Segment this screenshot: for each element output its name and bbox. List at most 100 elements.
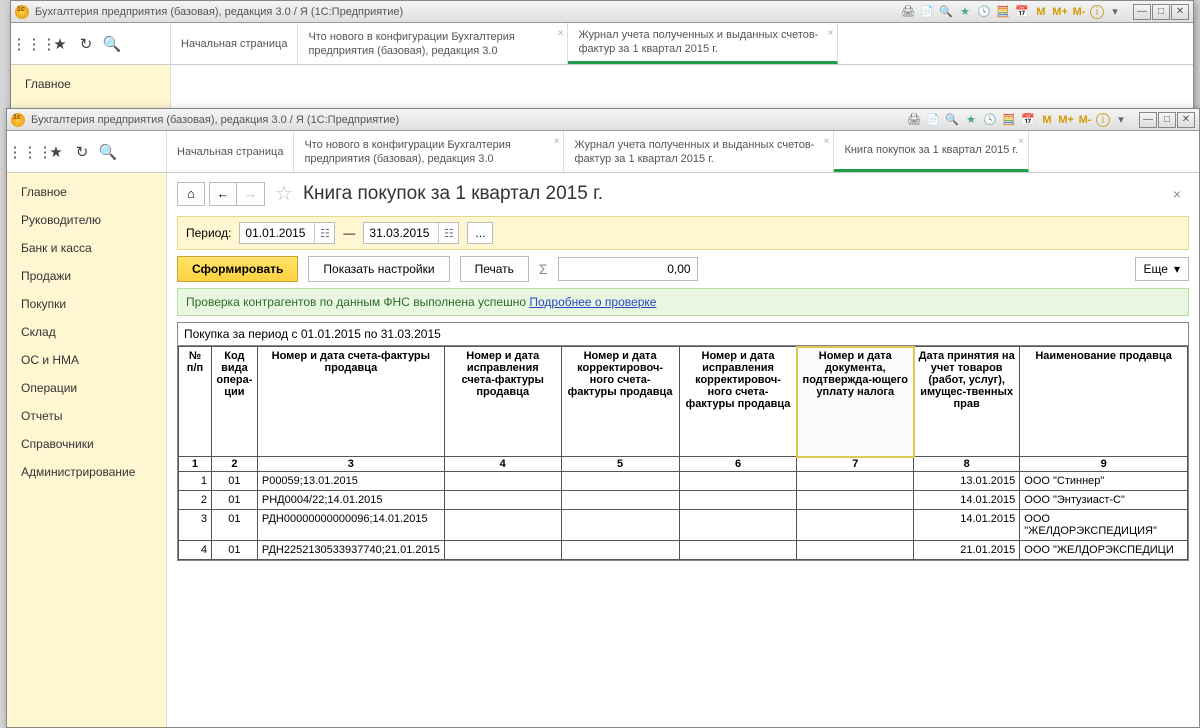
app-logo-icon [11, 113, 25, 127]
maximize-button[interactable]: □ [1152, 4, 1170, 20]
tab-whatsnew[interactable]: Что нового в конфигурации Бухгалтерия пр… [298, 23, 568, 64]
calc-icon[interactable]: 🧮 [1001, 112, 1017, 128]
toolbar-icon[interactable]: 🕓 [976, 4, 992, 20]
minimize-button[interactable]: — [1133, 4, 1151, 20]
column-header: Номер и дата исправления корректировоч-н… [679, 347, 797, 457]
sidebar-item[interactable]: Покупки [7, 290, 166, 318]
history-icon[interactable]: ↻ [73, 143, 91, 161]
maximize-button[interactable]: □ [1158, 112, 1176, 128]
toolbar-icon[interactable]: 🔍 [944, 112, 960, 128]
column-header: Номер и дата документа, подтвержда-ющего… [797, 347, 914, 457]
info-bar: Проверка контрагентов по данным ФНС выпо… [177, 288, 1189, 316]
close-button[interactable]: ✕ [1177, 112, 1195, 128]
report-caption: Покупка за период с 01.01.2015 по 31.03.… [178, 323, 1188, 346]
table-row[interactable]: 301РДН00000000000096;14.01.201514.01.201… [179, 510, 1188, 541]
tab-close-icon[interactable]: × [828, 27, 834, 41]
history-icon[interactable]: ↻ [77, 35, 95, 53]
m-button[interactable]: M [1039, 112, 1055, 128]
sidebar-item[interactable]: Руководителю [7, 206, 166, 234]
calendar-icon[interactable]: 📅 [1014, 4, 1030, 20]
m-minus-button[interactable]: M- [1071, 4, 1087, 20]
favorite-icon[interactable]: ★ [963, 112, 979, 128]
column-number: 6 [679, 457, 797, 472]
column-number: 1 [179, 457, 212, 472]
m-plus-button[interactable]: M+ [1052, 4, 1068, 20]
more-button[interactable]: Еще▾ [1135, 257, 1189, 281]
apps-icon[interactable]: ⋮⋮⋮ [21, 143, 39, 161]
tab-home[interactable]: Начальная страница [171, 23, 298, 64]
column-header: Код вида опера-ции [211, 347, 257, 457]
calendar-icon[interactable]: ☷ [314, 223, 334, 243]
toolbar-icon[interactable]: 🕓 [982, 112, 998, 128]
period-to-input[interactable] [364, 226, 438, 240]
tab-close-icon[interactable]: × [554, 135, 560, 149]
search-icon[interactable]: 🔍 [103, 35, 121, 53]
close-page-button[interactable]: × [1165, 186, 1189, 202]
info-icon[interactable]: i [1090, 5, 1104, 19]
back-button[interactable]: ← [209, 182, 237, 206]
sidebar-item[interactable]: Операции [7, 374, 166, 402]
sigma-icon: Σ [539, 261, 548, 277]
sidebar-item[interactable]: ОС и НМА [7, 346, 166, 374]
calendar-icon[interactable]: ☷ [438, 223, 458, 243]
sidebar-item[interactable]: Администрирование [7, 458, 166, 486]
toolbar-icon[interactable]: 🖨 [900, 4, 916, 20]
sidebar-item[interactable]: Главное [11, 65, 170, 98]
report-table: № п/пКод вида опера-цииНомер и дата счет… [178, 346, 1188, 560]
favorite-star-icon[interactable]: ☆ [275, 181, 293, 206]
info-icon[interactable]: i [1096, 113, 1110, 127]
column-number: 8 [914, 457, 1020, 472]
tab-whatsnew[interactable]: Что нового в конфигурации Бухгалтерия пр… [294, 131, 564, 172]
favorite-icon[interactable]: ★ [957, 4, 973, 20]
toolbar-icon[interactable]: 🖨 [906, 112, 922, 128]
close-button[interactable]: ✕ [1171, 4, 1189, 20]
info-link[interactable]: Подробнее о проверке [529, 295, 656, 309]
column-header: Номер и дата счета-фактуры продавца [257, 347, 444, 457]
dropdown-icon[interactable]: ▾ [1113, 112, 1129, 128]
forward-button[interactable]: → [237, 182, 265, 206]
period-picker-button[interactable]: ... [467, 222, 493, 244]
column-number: 2 [211, 457, 257, 472]
star-icon[interactable]: ★ [47, 143, 65, 161]
search-icon[interactable]: 🔍 [99, 143, 117, 161]
apps-icon[interactable]: ⋮⋮⋮ [25, 35, 43, 53]
tab-close-icon[interactable]: × [558, 27, 564, 41]
app-logo-icon [15, 5, 29, 19]
sidebar-item[interactable]: Справочники [7, 430, 166, 458]
column-header: Дата принятия на учет товаров (работ, ус… [914, 347, 1020, 457]
show-settings-button[interactable]: Показать настройки [308, 256, 449, 282]
tab-journal[interactable]: Журнал учета полученных и выданных счето… [568, 23, 838, 64]
sidebar-item[interactable]: Отчеты [7, 402, 166, 430]
tab-journal[interactable]: Журнал учета полученных и выданных счето… [564, 131, 834, 172]
star-icon[interactable]: ★ [51, 35, 69, 53]
tab-purchase-book[interactable]: Книга покупок за 1 квартал 2015 г.× [834, 131, 1029, 172]
toolbar-icon[interactable]: 📄 [925, 112, 941, 128]
period-from-input[interactable] [240, 226, 314, 240]
column-number: 5 [561, 457, 679, 472]
tab-close-icon[interactable]: × [824, 135, 830, 149]
calc-icon[interactable]: 🧮 [995, 4, 1011, 20]
tab-close-icon[interactable]: × [1018, 135, 1024, 149]
home-button[interactable]: ⌂ [177, 182, 205, 206]
column-header: Наименование продавца [1020, 347, 1188, 457]
table-row[interactable]: 401РДН2252130533937740;21.01.201521.01.2… [179, 541, 1188, 560]
sidebar-item[interactable]: Склад [7, 318, 166, 346]
print-button[interactable]: Печать [460, 256, 529, 282]
minimize-button[interactable]: — [1139, 112, 1157, 128]
toolbar-icon[interactable]: 🔍 [938, 4, 954, 20]
m-button[interactable]: M [1033, 4, 1049, 20]
sum-field[interactable] [558, 257, 698, 281]
window-title: Бухгалтерия предприятия (базовая), редак… [35, 6, 403, 18]
sidebar-item[interactable]: Продажи [7, 262, 166, 290]
m-minus-button[interactable]: M- [1077, 112, 1093, 128]
m-plus-button[interactable]: M+ [1058, 112, 1074, 128]
tab-home[interactable]: Начальная страница [167, 131, 294, 172]
dropdown-icon[interactable]: ▾ [1107, 4, 1123, 20]
sidebar-item[interactable]: Банк и касса [7, 234, 166, 262]
toolbar-icon[interactable]: 📄 [919, 4, 935, 20]
sidebar-item[interactable]: Главное [7, 173, 166, 206]
generate-button[interactable]: Сформировать [177, 256, 298, 282]
table-row[interactable]: 201РНД0004/22;14.01.201514.01.2015ООО "Э… [179, 491, 1188, 510]
calendar-icon[interactable]: 📅 [1020, 112, 1036, 128]
table-row[interactable]: 101Р00059;13.01.201513.01.2015ООО "Стинн… [179, 472, 1188, 491]
